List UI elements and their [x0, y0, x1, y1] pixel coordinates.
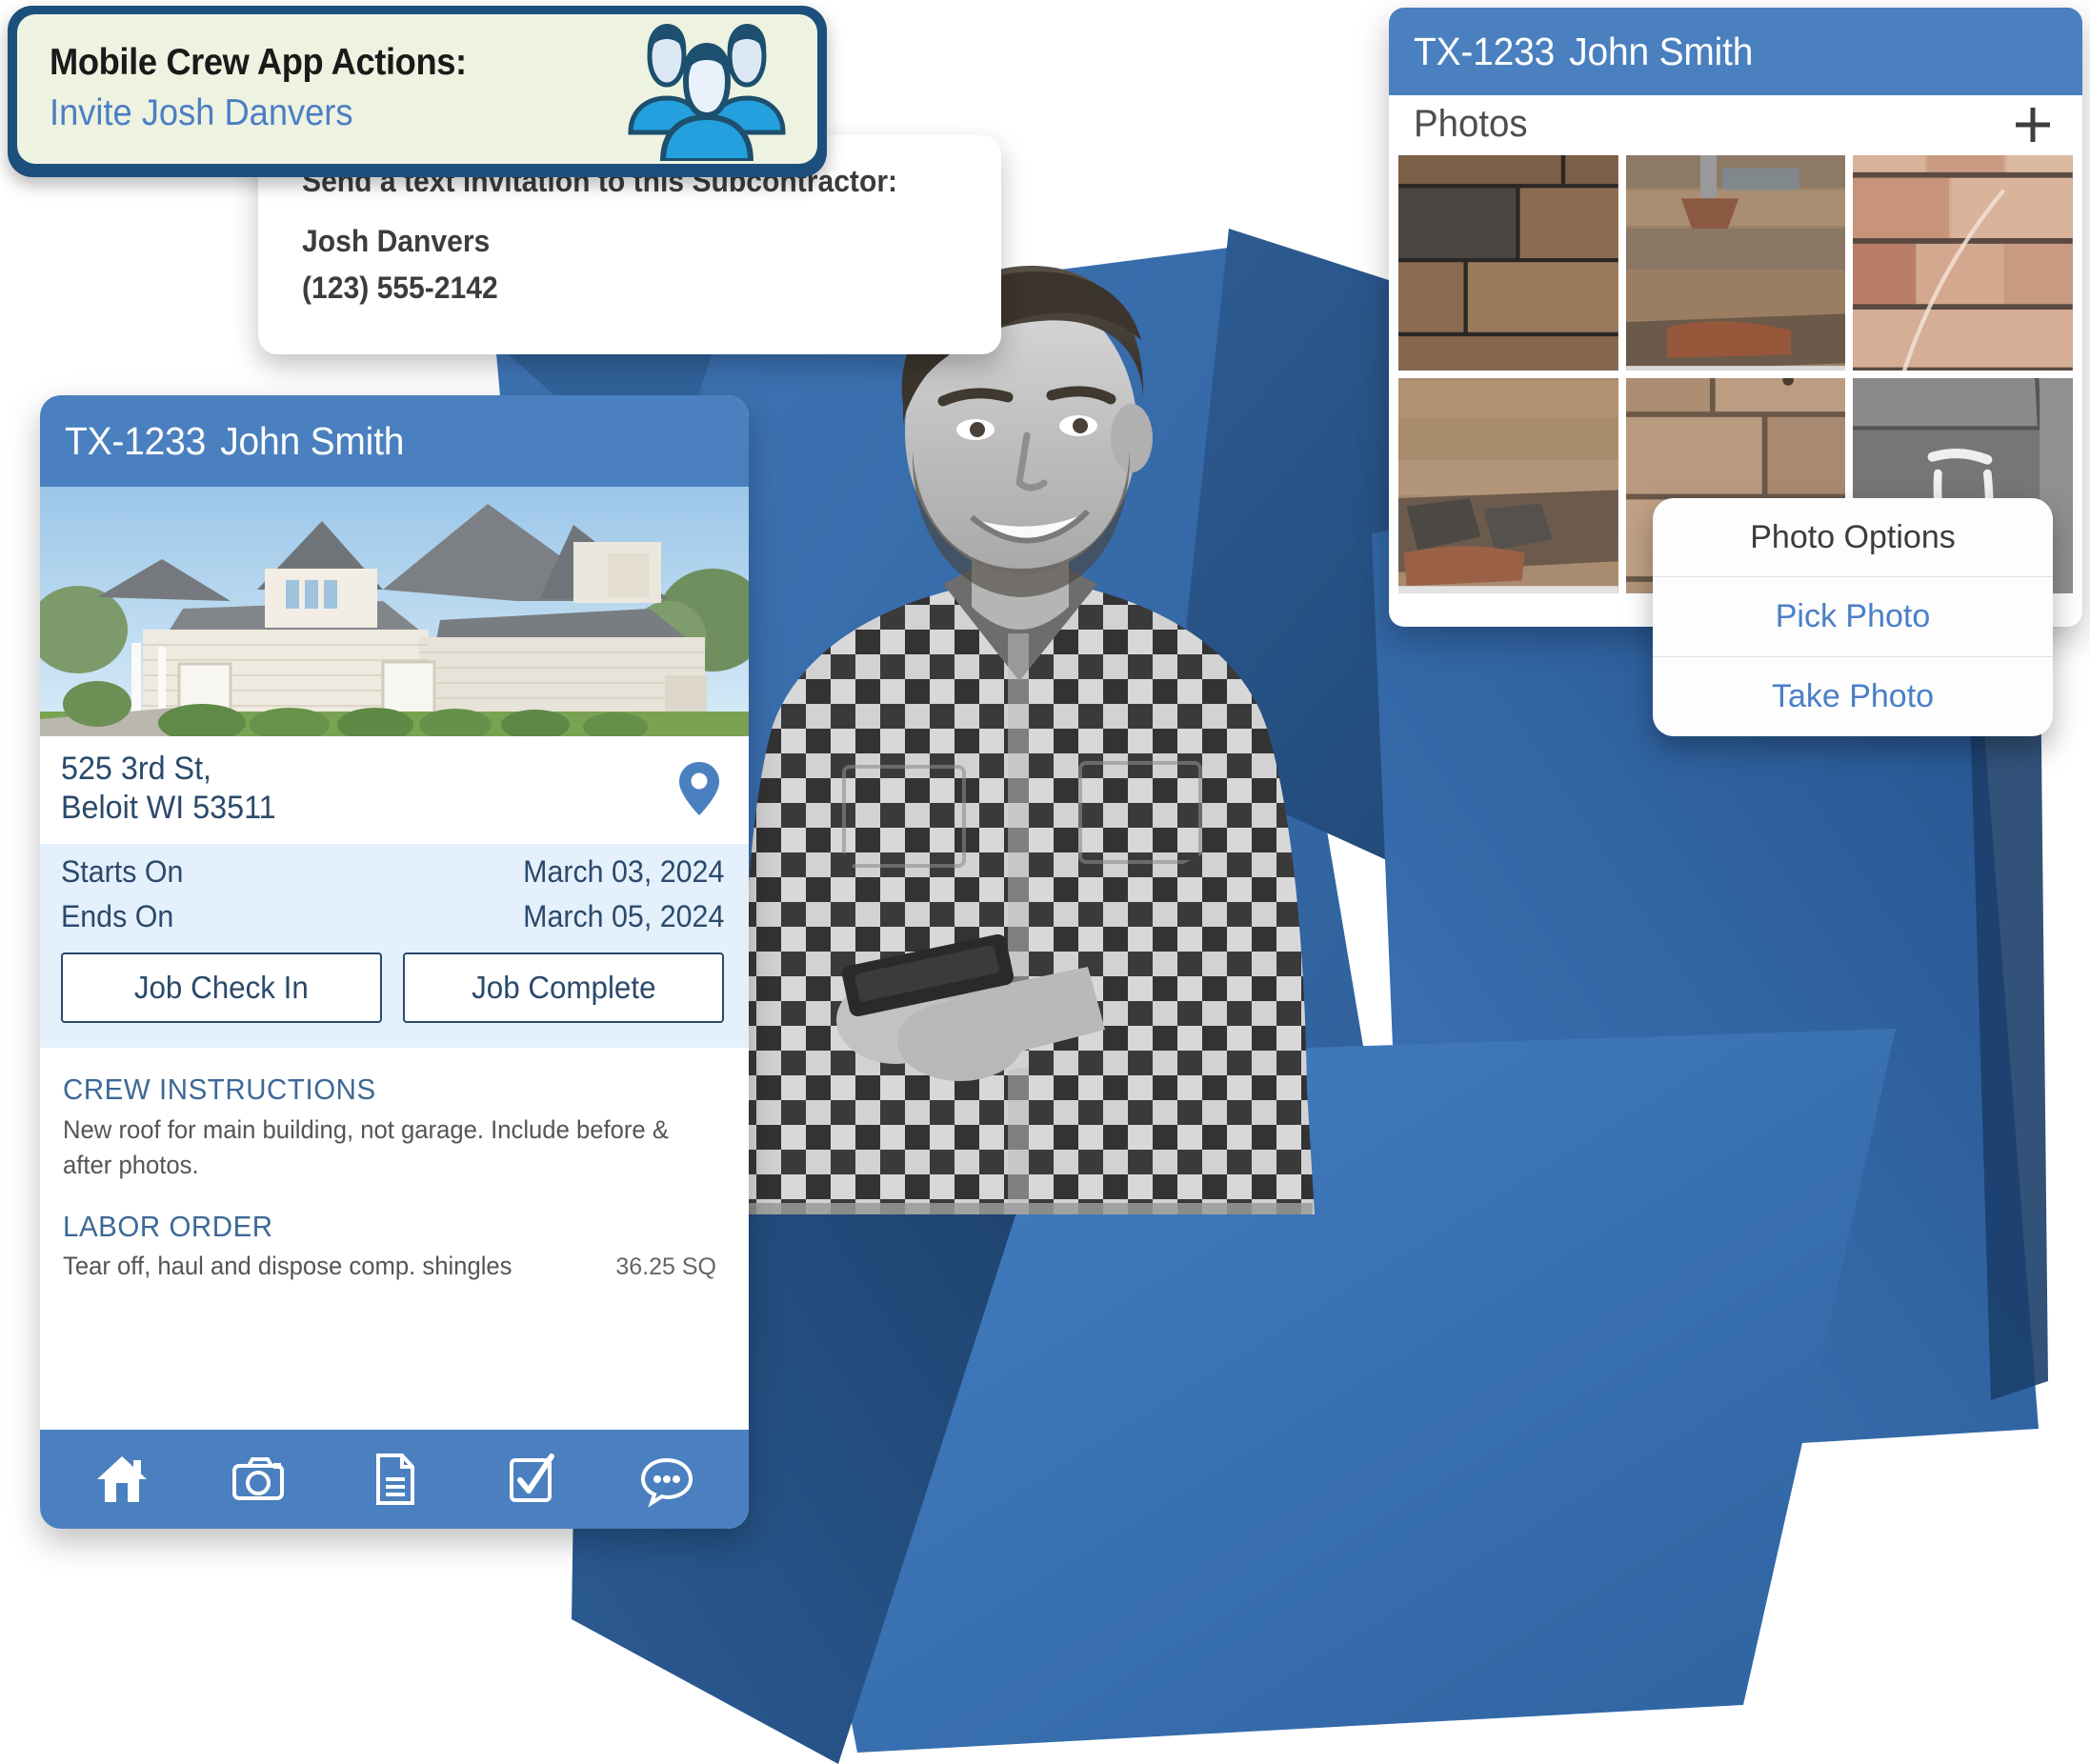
photos-job-id: TX-1233: [1414, 29, 1556, 73]
property-photo: [40, 487, 749, 736]
badge-title: Mobile Crew App Actions:: [50, 42, 467, 84]
photo-thumbnail[interactable]: [1625, 155, 1846, 371]
photos-card-header: TX-1233 John Smith: [1389, 8, 2082, 95]
promo-composition: TX-1233 John Smith Photos Photo Options …: [0, 0, 2090, 1764]
take-photo-button[interactable]: Take Photo: [1653, 657, 2053, 736]
mobile-crew-app-actions-badge: Mobile Crew App Actions: Invite Josh Dan…: [8, 6, 827, 177]
address-line-2: Beloit WI 53511: [61, 790, 276, 827]
photo-thumbnail[interactable]: [1398, 155, 1618, 371]
photo-options-dialog: Photo Options Pick Photo Take Photo: [1653, 498, 2053, 736]
job-check-in-button[interactable]: Job Check In: [61, 952, 382, 1023]
pick-photo-button[interactable]: Pick Photo: [1653, 577, 2053, 657]
add-photo-plus-icon[interactable]: [2012, 104, 2054, 146]
ends-on-label: Ends On: [61, 898, 174, 933]
photos-customer-name: John Smith: [1569, 29, 1754, 73]
photos-section-label: Photos: [1414, 103, 1528, 145]
job-id: TX-1233: [65, 418, 207, 463]
camera-icon[interactable]: [227, 1448, 290, 1511]
photo-thumbnail[interactable]: [1398, 378, 1618, 593]
photos-section-bar: Photos: [1389, 95, 2082, 151]
property-address-row: 525 3rd St, Beloit WI 53511: [40, 736, 749, 844]
job-dates-block: Starts On March 03, 2024 Ends On March 0…: [40, 843, 749, 1048]
crew-people-icon: [621, 18, 793, 164]
badge-inner: Mobile Crew App Actions: Invite Josh Dan…: [17, 14, 817, 164]
invite-contact-phone: (123) 555-2142: [302, 271, 498, 305]
labor-item-quantity: 36.25 SQ: [615, 1253, 716, 1281]
photo-options-title: Photo Options: [1653, 498, 2053, 578]
crew-instructions-title: CREW INSTRUCTIONS: [63, 1072, 376, 1106]
job-complete-button[interactable]: Job Complete: [403, 952, 724, 1023]
labor-order-title: LABOR ORDER: [63, 1210, 273, 1244]
ends-on-row: Ends On March 05, 2024: [61, 894, 724, 939]
crew-instructions-body: New roof for main building, not garage. …: [63, 1114, 669, 1180]
starts-on-label: Starts On: [61, 853, 184, 889]
checklist-icon[interactable]: [499, 1448, 562, 1511]
starts-on-row: Starts On March 03, 2024: [61, 850, 724, 894]
chat-icon[interactable]: [635, 1448, 698, 1511]
map-pin-icon[interactable]: [678, 761, 720, 816]
starts-on-value: March 03, 2024: [522, 853, 724, 889]
job-action-buttons: Job Check In Job Complete: [61, 952, 724, 1023]
labor-item-description: Tear off, haul and dispose comp. shingle…: [63, 1252, 512, 1281]
crew-member-photo: [657, 233, 1381, 1310]
bottom-navigation-bar: [40, 1430, 749, 1529]
photo-thumbnail[interactable]: [1853, 155, 2073, 371]
home-icon[interactable]: [90, 1448, 153, 1511]
document-icon[interactable]: [363, 1448, 426, 1511]
invite-josh-danvers-link[interactable]: Invite Josh Danvers: [50, 90, 581, 137]
job-details-block: CREW INSTRUCTIONS New roof for main buil…: [40, 1047, 749, 1292]
job-detail-card: TX-1233 John Smith 525 3rd St, Beloit WI…: [40, 395, 749, 1529]
job-customer-name: John Smith: [220, 418, 405, 463]
labor-order-item: Tear off, haul and dispose comp. shingle…: [63, 1252, 720, 1281]
ends-on-value: March 05, 2024: [522, 898, 724, 933]
address-line-1: 525 3rd St,: [61, 751, 212, 787]
badge-text-group: Mobile Crew App Actions: Invite Josh Dan…: [50, 41, 621, 137]
job-card-header: TX-1233 John Smith: [40, 395, 749, 487]
invite-contact-name: Josh Danvers: [302, 224, 491, 258]
